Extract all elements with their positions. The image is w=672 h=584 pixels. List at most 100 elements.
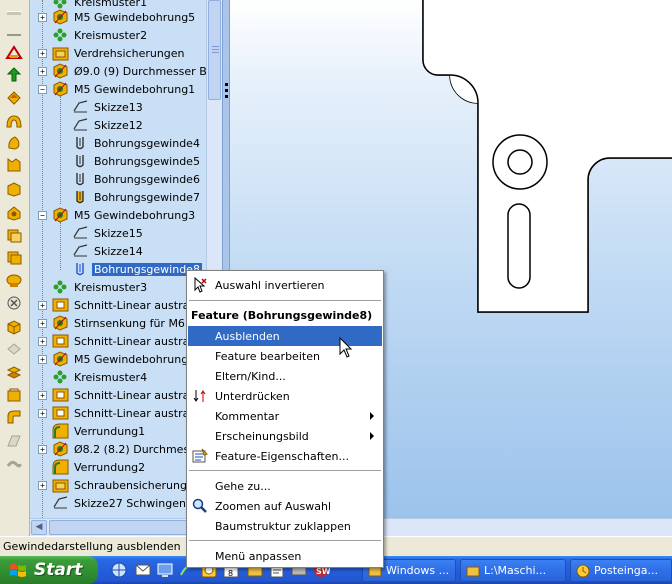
tree-item-label: Kreismuster3 [74,281,148,294]
menu-item-go-to[interactable]: Gehe zu... [188,476,382,496]
outlook-icon [576,564,590,578]
tree-item-m5-gewindebohrung3[interactable]: − M5 Gewindebohrung3 [30,206,206,224]
sketch-icon [72,243,89,259]
tree-item-skizze12[interactable]: Skizze12 [30,116,206,134]
toolbar-rib-icon[interactable] [4,248,24,266]
expand-toggle-icon[interactable]: + [38,13,47,22]
toolbar-linear-pattern-icon[interactable] [4,364,24,382]
toolbar-shell-icon[interactable] [4,226,24,244]
menu-item-suppress[interactable]: Unterdrücken [188,386,382,406]
cosmetic-thread-icon [72,153,89,169]
toolbar-revolve-icon[interactable] [4,88,24,106]
splitter-grip-icon [225,83,228,86]
tree-item-label: Skizze12 [94,119,143,132]
toolbar-sketch-relations-icon[interactable] [4,44,24,62]
task-label: L:\Maschi... [484,564,547,577]
menu-item-parent-child[interactable]: Eltern/Kind... [188,366,382,386]
expand-toggle-icon[interactable]: + [38,319,47,328]
expand-toggle-icon[interactable]: + [38,49,47,58]
collapse-toggle-icon[interactable]: − [38,211,47,220]
task-maschi[interactable]: L:\Maschi... [460,559,566,582]
pattern-icon [52,27,69,43]
collapse-toggle-icon[interactable]: − [38,85,47,94]
mouse-cursor-icon [339,337,353,358]
expand-toggle-icon[interactable]: + [38,391,47,400]
cut-extrude-icon [52,333,69,349]
tree-item-bohrungsgewinde4[interactable]: Bohrungsgewinde4 [30,134,206,152]
tree-item-bohrungsgewinde6[interactable]: Bohrungsgewinde6 [30,170,206,188]
tree-item-skizze14[interactable]: Skizze14 [30,242,206,260]
quicklaunch-browser-icon[interactable] [110,560,128,580]
toolbar-rollback-icon[interactable] [4,4,24,22]
quicklaunch-mail-icon[interactable] [134,560,152,580]
tree-item-m5-gewindebohrung1[interactable]: − M5 Gewindebohrung1 [30,80,206,98]
tree-item-schnitt-linear-4[interactable]: + Schnitt-Linear austrage [30,404,206,422]
tree-item-kreismuster3[interactable]: Kreismuster3 [30,278,206,296]
expand-toggle-icon[interactable]: + [38,301,47,310]
tree-item-stirnsenkung[interactable]: + Stirnsenkung für M6 Zy [30,314,206,332]
toolbar-boundary-icon[interactable] [4,156,24,174]
expand-toggle-icon[interactable]: + [38,355,47,364]
tree-item-m5-gewindebohrung5[interactable]: + M5 Gewindebohrung5 [30,8,206,26]
tree-item-kreismuster4[interactable]: Kreismuster4 [30,368,206,386]
toolbar-loft-icon[interactable] [4,134,24,152]
tree-item-verrundung2[interactable]: Verrundung2 [30,458,206,476]
tree-item-verrundung1[interactable]: Verrundung1 [30,422,206,440]
menu-item-label: Eltern/Kind... [215,370,286,383]
horizontal-scroll-thumb[interactable] [49,520,199,535]
tree-item-bohrungsgewinde8[interactable]: Bohrungsgewinde8 [30,260,206,278]
menu-item-comment[interactable]: Kommentar [188,406,382,426]
tree-item-m5-gewindebohrung2[interactable]: + M5 Gewindebohrung2 [30,350,206,368]
tree-item-label: M5 Gewindebohrung2 [74,353,196,366]
scroll-grip [212,49,219,50]
tree-item-label: Skizze27 Schwingenste [74,497,203,510]
tree-item-skizze27[interactable]: Skizze27 Schwingenste [30,494,206,512]
menu-item-feature-properties[interactable]: Feature-Eigenschaften... [188,446,382,466]
properties-icon [192,448,208,464]
command-toolbar [0,0,30,538]
menu-item-label: Feature bearbeiten [215,350,320,363]
toolbar-delete-face-icon[interactable] [4,294,24,312]
menu-item-zoom-to-selection[interactable]: Zoomen auf Auswahl [188,496,382,516]
quicklaunch-desktop-icon[interactable] [156,560,174,580]
toolbar-hole-wizard-icon[interactable] [4,204,24,222]
start-button[interactable]: Start [0,556,98,584]
expand-toggle-icon[interactable]: + [38,67,47,76]
expand-toggle-icon[interactable]: + [38,481,47,490]
tree-item-schraubensicherung[interactable]: + Schraubensicherung [30,476,206,494]
tree-item-bohrungsgewinde7[interactable]: Bohrungsgewinde7 [30,188,206,206]
tree-item-durchmesser-bohrung[interactable]: + Ø9.0 (9) Durchmesser Bohr [30,62,206,80]
tree-item-schnitt-linear-2[interactable]: + Schnitt-Linear austrage [30,332,206,350]
toolbar-sweep-icon[interactable] [4,112,24,130]
cut-extrude-icon [52,297,69,313]
tree-item-schnitt-linear-1[interactable]: + Schnitt-Linear austrage [30,296,206,314]
tree-scroll-thumb[interactable] [208,0,221,100]
menu-item-invert-selection[interactable]: Auswahl invertieren [188,275,382,295]
menu-item-customize-menu[interactable]: Menü anpassen [188,546,382,566]
tree-item-durchmesser-82[interactable]: + Ø8.2 (8.2) Durchmesse [30,440,206,458]
tree-item-bohrungsgewinde5[interactable]: Bohrungsgewinde5 [30,152,206,170]
menu-item-label: Erscheinungsbild [215,430,309,443]
expand-toggle-icon[interactable]: + [38,445,47,454]
toolbar-extrude-icon[interactable] [4,66,24,84]
toolbar-draft-icon[interactable] [4,318,24,336]
expand-toggle-icon[interactable]: + [38,337,47,346]
scroll-left-arrow-icon[interactable]: ◀ [31,520,47,535]
tree-item-skizze15[interactable]: Skizze15 [30,224,206,242]
tree-item-verdrehsicherungen[interactable]: + Verdrehsicherungen [30,44,206,62]
tree-item-skizze13[interactable]: Skizze13 [30,98,206,116]
hole-wizard-icon [52,351,69,367]
toolbar-fillet-icon[interactable] [4,408,24,426]
submenu-arrow-icon [370,412,374,420]
folder-icon [52,45,69,61]
task-posteingang[interactable]: Posteinga... [570,559,672,582]
menu-item-appearance[interactable]: Erscheinungsbild [188,426,382,446]
tree-item-schnitt-linear-3[interactable]: + Schnitt-Linear austrage [30,386,206,404]
tree-item-kreismuster2[interactable]: Kreismuster2 [30,26,206,44]
menu-item-label: Ausblenden [215,330,280,343]
menu-item-collapse-tree[interactable]: Baumstruktur zuklappen [188,516,382,536]
toolbar-cut-icon[interactable] [4,180,24,198]
toolbar-wrap-icon[interactable] [4,386,24,404]
expand-toggle-icon[interactable]: + [38,409,47,418]
toolbar-dome-icon[interactable] [4,272,24,290]
